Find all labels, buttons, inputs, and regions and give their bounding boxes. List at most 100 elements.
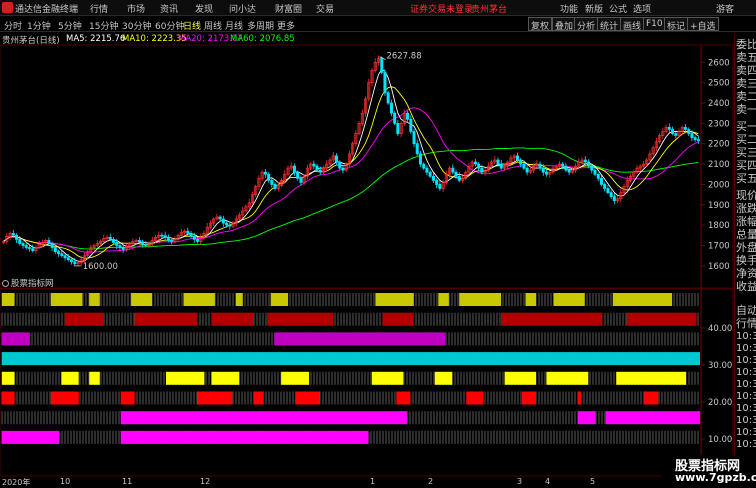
candle-body — [525, 167, 529, 173]
period-30min[interactable]: 30分钟 — [122, 19, 151, 32]
candle-body — [163, 235, 167, 238]
period-daily[interactable]: 日线 — [183, 19, 201, 32]
band-segment — [546, 371, 589, 385]
price-axis: 2600 2500 2400 2300 2200 2100 2000 1900 1800 1700… — [701, 58, 732, 445]
menu-formula[interactable]: 公式 — [609, 2, 627, 15]
candle-body — [53, 247, 57, 252]
menu-wealth[interactable]: 财富圈 — [275, 2, 302, 15]
band-segment — [267, 312, 334, 326]
candle-body — [112, 239, 116, 243]
candle-body — [406, 112, 410, 120]
period-monthly[interactable]: 月线 — [225, 19, 243, 32]
guest-user[interactable]: 游客 — [716, 2, 734, 15]
band-segment — [197, 391, 233, 405]
candle-body — [393, 112, 397, 124]
band-segment — [504, 371, 536, 385]
tool-add-watchlist[interactable]: +自选 — [687, 17, 719, 32]
label-buy2: 买二 — [736, 133, 756, 146]
candle-body — [170, 240, 174, 242]
period-5min[interactable]: 5分钟 — [58, 19, 82, 32]
label-earnings: 收益 — [736, 280, 756, 293]
candle-body — [409, 118, 413, 132]
candle-body — [567, 169, 571, 173]
ma5-line — [3, 68, 699, 263]
band-segment — [274, 332, 446, 346]
candle-body — [334, 155, 338, 163]
candle-body — [541, 167, 545, 173]
label-weibi: 委比 — [736, 38, 756, 51]
band-segment — [466, 391, 484, 405]
tool-analyze[interactable]: 分析 — [574, 17, 599, 32]
candle-body — [27, 247, 31, 249]
period-60min[interactable]: 60分钟 — [155, 19, 184, 32]
candle-body — [66, 257, 70, 261]
band-segment — [577, 411, 596, 425]
indicator-settings-icon[interactable] — [2, 280, 9, 287]
current-stock: 贵州茅台 — [471, 5, 508, 15]
candle-body — [196, 239, 200, 242]
candle-body — [299, 177, 303, 183]
tool-restore-rights[interactable]: 复权 — [528, 17, 553, 32]
candle-body — [189, 232, 193, 237]
band-segment — [50, 391, 79, 405]
menu-quotes[interactable]: 行情 — [90, 2, 108, 15]
candle-body — [21, 243, 25, 246]
candle-body — [599, 177, 603, 185]
indicator-tick-label: 20.00 — [708, 398, 732, 408]
candle-body — [108, 237, 112, 240]
menu-assistant[interactable]: 问小达 — [229, 2, 256, 15]
band-segment — [120, 430, 369, 444]
tick-time: 10:31 — [736, 403, 756, 414]
quote-panel: 委比 卖五 卖四 卖三 卖二 卖一 买一 买二 买三 买四 买五 现价 涨跌 涨… — [734, 34, 756, 479]
band-segment — [270, 293, 289, 306]
price-tick-label: 2000 — [708, 180, 730, 190]
candle-body — [47, 240, 51, 244]
candle-body — [454, 171, 458, 177]
period-more[interactable]: 更多 — [277, 19, 295, 32]
indicator-panel-title: 股票指标网 — [11, 279, 54, 289]
band-segment — [64, 312, 104, 326]
login-warning[interactable]: 证券交易未登录 — [410, 2, 473, 15]
menu-options[interactable]: 选项 — [633, 2, 651, 15]
candle-body — [564, 165, 568, 171]
label-change-pct: 涨幅 — [736, 215, 756, 228]
tick-time: 10:31 — [736, 379, 756, 390]
tick-time: 10:32 — [736, 427, 756, 438]
candle-body — [31, 248, 35, 251]
period-1min[interactable]: 1分钟 — [27, 19, 51, 32]
menu-trade[interactable]: 交易 — [316, 2, 334, 15]
period-intraday[interactable]: 分时 — [4, 19, 22, 32]
menu-discover[interactable]: 发现 — [195, 2, 213, 15]
tool-stats[interactable]: 统计 — [597, 17, 622, 32]
label-quotes[interactable]: 行情 — [736, 317, 756, 330]
menu-functions[interactable]: 功能 — [560, 2, 578, 15]
label-sell2: 卖二 — [736, 90, 756, 103]
label-outer-vol: 外盘 — [736, 241, 756, 254]
period-weekly[interactable]: 周线 — [204, 19, 222, 32]
tick-time: 10:31 — [736, 331, 756, 342]
label-turnover: 换手 — [736, 254, 756, 267]
menu-news[interactable]: 资讯 — [160, 2, 178, 15]
app-title: 通达信金融终端 — [15, 5, 79, 15]
price-tick-label: 1800 — [708, 221, 730, 231]
kline-chart[interactable]: 2600 2500 2400 2300 2200 2100 2000 1900 1800 1700… — [0, 32, 734, 487]
price-panel-frame — [0, 44, 734, 290]
menu-market[interactable]: 市场 — [127, 2, 145, 15]
watermark: 股票指标网 www.7gpzb.com — [661, 455, 756, 487]
candle-body — [11, 232, 15, 236]
period-multi[interactable]: 多周期 — [247, 19, 274, 32]
tool-f10[interactable]: F10 — [643, 17, 666, 31]
tool-overlay[interactable]: 叠加 — [552, 17, 577, 32]
candle-body — [515, 155, 519, 161]
band-segment — [89, 371, 100, 385]
candle-body — [225, 222, 229, 226]
label-auto[interactable]: 自动 — [736, 304, 756, 317]
tool-mark[interactable]: 标记 — [664, 17, 689, 32]
watermark-url: www.7gpzb.com — [675, 471, 756, 484]
candle-body — [18, 239, 22, 244]
label-sell4: 卖四 — [736, 64, 756, 77]
period-15min[interactable]: 15分钟 — [89, 19, 118, 32]
x-axis-label: 1 — [370, 477, 376, 486]
menu-new-version[interactable]: 新版 — [585, 2, 603, 15]
tool-draw-line[interactable]: 画线 — [620, 17, 645, 32]
